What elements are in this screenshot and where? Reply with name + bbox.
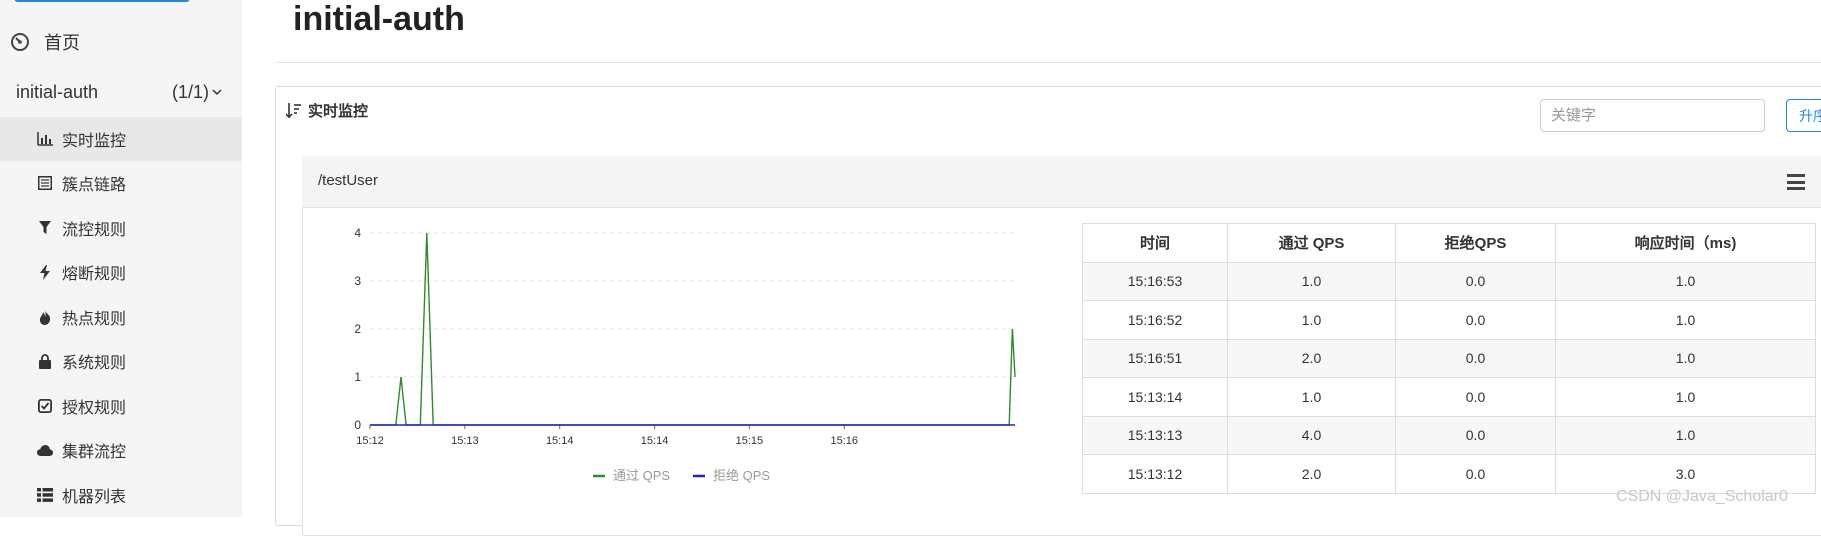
menu-icon[interactable] (1787, 174, 1805, 190)
y-tick-label: 2 (354, 322, 361, 336)
sidebar-top-button[interactable] (14, 0, 190, 2)
y-tick-label: 1 (354, 370, 361, 384)
sidebar-item-realtime-monitor[interactable]: 实时监控 (0, 117, 242, 161)
sidebar-item-auth-rules[interactable]: 授权规则 (0, 384, 242, 428)
sidebar-item-cluster-link[interactable]: 簇点链路 (0, 161, 242, 205)
dashboard-icon (10, 32, 32, 52)
x-tick-label: 15:13 (451, 435, 479, 447)
sidebar-item-system-rules[interactable]: 系统规则 (0, 339, 242, 383)
table-header-cell: 响应时间（ms) (1555, 223, 1816, 263)
panel-title-label: 实时监控 (308, 103, 369, 120)
sidebar-item-cluster-flow[interactable]: 集群流控 (0, 428, 242, 472)
table-cell: 1.0 (1555, 415, 1816, 455)
table-cell: 1.0 (1555, 300, 1816, 340)
table-cell: 1.0 (1227, 300, 1396, 340)
table-cell: 0.0 (1395, 454, 1556, 494)
table-cell: 2.0 (1227, 338, 1396, 378)
table-cell: 15:16:52 (1082, 300, 1228, 340)
sidebar-item-machine-list[interactable]: 机器列表 (0, 473, 242, 517)
table-row: 15:16:52 1.0 0.0 1.0 (1082, 300, 1816, 340)
filter-icon (36, 221, 54, 235)
table-row: 15:16:53 1.0 0.0 1.0 (1082, 261, 1816, 301)
table-cell: 15:13:14 (1082, 377, 1228, 417)
resource-name: /testUser (318, 172, 379, 189)
table-row: 15:13:14 1.0 0.0 1.0 (1082, 377, 1816, 417)
bar-chart-icon (36, 132, 54, 146)
table-cell: 2.0 (1227, 454, 1396, 494)
table-cell: 1.0 (1227, 261, 1396, 301)
y-tick-label: 0 (354, 418, 361, 432)
table-header-cell: 通过 QPS (1227, 223, 1396, 263)
x-tick-label: 15:12 (356, 435, 384, 447)
app-count-label: (1/1) (171, 81, 209, 102)
sidebar-item-label: 热点规则 (62, 311, 127, 328)
sidebar-item-label: 授权规则 (62, 400, 127, 417)
table-cell: 0.0 (1395, 300, 1556, 340)
table-row: 15:16:51 2.0 0.0 1.0 (1082, 338, 1816, 378)
table-cell: 0.0 (1395, 415, 1556, 455)
table-cell: 15:16:53 (1082, 261, 1228, 301)
sidebar-item-label: 系统规则 (62, 355, 127, 372)
watermark: CSDN @Java_Scholar0 (1616, 488, 1788, 505)
table-header-cell: 拒绝QPS (1395, 223, 1556, 263)
sidebar-item-hotspot-rules[interactable]: 热点规则 (0, 295, 242, 339)
th-list-icon (36, 488, 54, 502)
table-cell: 15:13:12 (1082, 454, 1228, 494)
table-header-cell: 时间 (1082, 223, 1228, 263)
page-title: initial-auth (293, 0, 465, 38)
table-cell: 1.0 (1555, 261, 1816, 301)
sort-button[interactable]: 升序 (1786, 99, 1821, 132)
app-name: initial-auth (16, 81, 99, 102)
metrics-table: 时间 通过 QPS 拒绝QPS 响应时间（ms) 15:16:53 1.0 0.… (1082, 223, 1816, 494)
x-tick-label: 15:14 (546, 435, 574, 447)
flash-icon (36, 264, 54, 280)
legend-label: 拒绝 QPS (713, 468, 770, 483)
sidebar: 首页 initial-auth (1/1) 实时监控 簇点链路 流控规则 熔断规… (0, 0, 242, 517)
table-cell: 0.0 (1395, 338, 1556, 378)
sidebar-item-label: 熔断规则 (62, 266, 127, 283)
sort-amount-icon (286, 103, 302, 118)
table-cell: 1.0 (1227, 377, 1396, 417)
table-cell: 4.0 (1227, 415, 1396, 455)
fire-icon (36, 309, 54, 325)
sidebar-item-label: 簇点链路 (62, 177, 127, 194)
y-tick-label: 3 (354, 274, 361, 288)
sidebar-item-home[interactable]: 首页 (0, 22, 242, 62)
x-tick-label: 15:16 (830, 435, 858, 447)
sidebar-item-label: 机器列表 (62, 489, 127, 506)
search-input[interactable] (1540, 99, 1765, 132)
table-cell: 15:13:13 (1082, 415, 1228, 455)
resource-card-header (302, 156, 1821, 208)
qps-line-chart: 0 1 2 3 4 15:12 15:13 15:14 15:14 15:15 15:16 通过 QP… (354, 226, 1016, 483)
chevron-down-icon (212, 85, 222, 99)
legend-label: 通过 QPS (613, 468, 670, 483)
table-row: 15:13:13 4.0 0.0 1.0 (1082, 415, 1816, 455)
x-tick-label: 15:15 (736, 435, 764, 447)
table-header-row: 时间 通过 QPS 拒绝QPS 响应时间（ms) (1082, 223, 1816, 263)
list-icon (36, 176, 54, 190)
table-cell: 0.0 (1395, 377, 1556, 417)
y-tick-label: 4 (354, 226, 361, 240)
check-square-icon (36, 399, 54, 413)
sidebar-home-label: 首页 (44, 33, 80, 53)
x-tick-label: 15:14 (641, 435, 669, 447)
sidebar-item-label: 集群流控 (62, 444, 127, 461)
sidebar-item-label: 流控规则 (62, 222, 127, 239)
sidebar-item-degrade-rules[interactable]: 熔断规则 (0, 250, 242, 294)
table-cell: 15:16:51 (1082, 338, 1228, 378)
header-divider (275, 62, 1821, 63)
cloud-icon (36, 444, 54, 456)
panel-title: 实时监控 (286, 100, 368, 121)
table-cell: 1.0 (1555, 377, 1816, 417)
sidebar-item-label: 实时监控 (62, 133, 127, 150)
sidebar-item-flow-rules[interactable]: 流控规则 (0, 206, 242, 250)
table-cell: 0.0 (1395, 261, 1556, 301)
table-cell: 1.0 (1555, 338, 1816, 378)
lock-icon (36, 353, 54, 369)
sidebar-app-row[interactable]: initial-auth (1/1) (0, 72, 242, 112)
app-count: (1/1) (172, 82, 222, 103)
